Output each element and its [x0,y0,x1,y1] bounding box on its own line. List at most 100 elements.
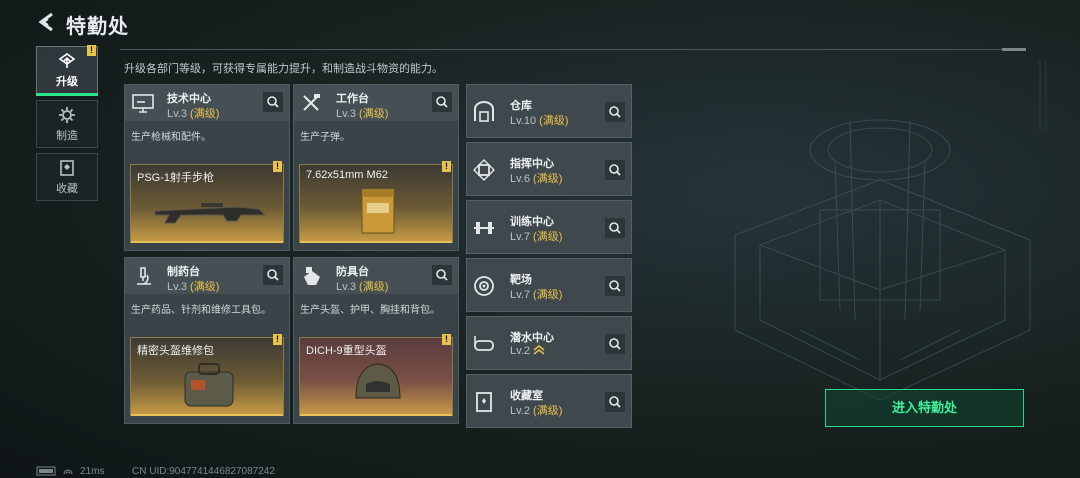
inspect-button[interactable] [605,276,625,296]
gear-icon [59,106,75,123]
helmet-image [355,363,401,399]
facility-level: Lv.6 (满级) [510,173,563,185]
diving-mask-icon [474,336,494,351]
card-header: 防具台 Lv.3 (满级) [294,258,458,294]
search-icon [436,96,448,108]
search-icon [609,222,621,234]
facility-card-diving-center[interactable]: 潜水中心 Lv.2 [466,316,632,370]
page-title: 特勤处 [66,16,129,38]
facility-name: 潜水中心 [510,332,554,344]
facility-level: Lv.7 (满级) [510,231,563,243]
product-slot[interactable]: DICH-9重型头盔 ! [299,334,453,416]
facility-card-command-center[interactable]: 指挥中心 Lv.6 (满级) [466,142,632,196]
monitor-icon [132,94,154,113]
inspect-button[interactable] [432,265,452,285]
nav-tab-label: 收藏 [56,182,78,195]
card-header: 制药台 Lv.3 (满级) [125,258,289,294]
card-header: 技术中心 Lv.3 (满级) [125,85,289,121]
armor-icon [304,267,320,285]
collection-icon [60,159,74,176]
facility-name: 制药台 [167,266,200,278]
facility-card-pharmacy[interactable]: 制药台 Lv.3 (满级) 生产药品、针剂和维修工具包。 精密头盔维修包 ! [124,257,290,424]
rifle-image [154,203,267,224]
facility-name: 靶场 [510,274,532,286]
product-slot[interactable]: PSG-1射手步枪 ! [130,161,284,243]
facility-level: Lv.3 (满级) [336,108,389,120]
product-slot[interactable]: 7.62x51mm M62 ! [299,161,453,243]
inspect-button[interactable] [605,102,625,122]
facility-card-training-center[interactable]: 训练中心 Lv.7 (满级) [466,200,632,254]
inspect-button[interactable] [605,160,625,180]
user-uid: CN UID:9047741446827087242 [132,466,275,477]
nav-tab-craft[interactable]: 制造 [36,100,98,148]
alert-badge: ! [442,334,451,345]
search-icon [609,106,621,118]
search-icon [436,269,448,281]
facility-name: 防具台 [336,266,369,278]
chip-icon [473,159,495,181]
inspect-button[interactable] [263,265,283,285]
ammo-box-image [361,188,395,234]
facility-card-collection-room[interactable]: 收藏室 Lv.2 (满级) [466,374,632,428]
facility-name: 仓库 [510,100,532,112]
product-slot[interactable]: 精密头盔维修包 ! [130,334,284,416]
nav-tab-upgrade[interactable]: 升级 ! [36,45,98,96]
microscope-icon [137,267,151,285]
facility-level: Lv.3 (满级) [167,281,220,293]
inspect-button[interactable] [605,392,625,412]
nav-tab-label: 升级 [56,75,78,88]
facility-level: Lv.10 (满级) [510,115,569,127]
facility-card-warehouse[interactable]: 仓库 Lv.10 (满级) [466,84,632,138]
facility-level: Lv.3 (满级) [167,108,220,120]
battery-icon [36,466,73,476]
nav-tab-collection[interactable]: 收藏 [36,153,98,201]
search-icon [609,338,621,350]
search-icon [609,396,621,408]
card-header: 工作台 Lv.3 (满级) [294,85,458,121]
facility-description: 生产枪械和配件。 [131,132,211,143]
facility-card-tech-center[interactable]: 技术中心 Lv.3 (满级) 生产枪械和配件。 PSG-1射手步枪 ! [124,84,290,251]
facility-name: 收藏室 [510,390,543,402]
alert-badge: ! [87,45,96,56]
upgrade-icon [58,52,76,68]
product-name: 7.62x51mm M62 [306,169,388,181]
facility-name: 指挥中心 [510,158,554,170]
back-arrow-icon[interactable] [36,11,58,33]
target-icon [474,276,494,296]
facility-name: 工作台 [336,93,369,105]
product-name: DICH-9重型头盔 [306,345,387,357]
facility-description: 生产药品、针剂和维修工具包。 [131,305,271,316]
facility-level: Lv.2 [510,344,545,357]
facility-card-shooting-range[interactable]: 靶场 Lv.7 (满级) [466,258,632,312]
search-icon [609,164,621,176]
alert-badge: ! [273,161,282,172]
alert-badge: ! [273,334,282,345]
facility-name: 训练中心 [510,216,554,228]
network-latency: 21ms [80,466,105,477]
header-divider [120,48,1026,51]
enter-special-ops-button[interactable]: 进入特勤处 [825,389,1024,427]
facility-level: Lv.2 (满级) [510,405,563,417]
facility-card-armor-bench[interactable]: 防具台 Lv.3 (满级) 生产头盔、护甲、胸挂和背包。 DICH-9重型头盔 … [293,257,459,424]
inspect-button[interactable] [263,92,283,112]
dumbbell-icon [474,222,494,234]
warehouse-icon [474,101,494,122]
page-subtitle: 升级各部门等级，可获得专属能力提升，和制造战斗物资的能力。 [124,63,443,75]
trophy-icon [476,392,492,412]
upgrade-arrow-icon [533,344,545,355]
top-bar: 特勤处 [0,0,1080,44]
search-icon [267,96,279,108]
facility-name: 技术中心 [167,93,211,105]
search-icon [609,280,621,292]
inspect-button[interactable] [605,218,625,238]
product-name: PSG-1射手步枪 [137,172,215,184]
facility-level: Lv.3 (满级) [336,281,389,293]
inspect-button[interactable] [605,334,625,354]
facility-description: 生产子弹。 [300,132,350,143]
nav-tab-label: 制造 [56,129,78,142]
facility-description: 生产头盔、护甲、胸挂和背包。 [300,305,440,316]
inspect-button[interactable] [432,92,452,112]
alert-badge: ! [442,161,451,172]
tools-icon [303,94,320,111]
facility-card-workbench[interactable]: 工作台 Lv.3 (满级) 生产子弹。 7.62x51mm M62 ! [293,84,459,251]
